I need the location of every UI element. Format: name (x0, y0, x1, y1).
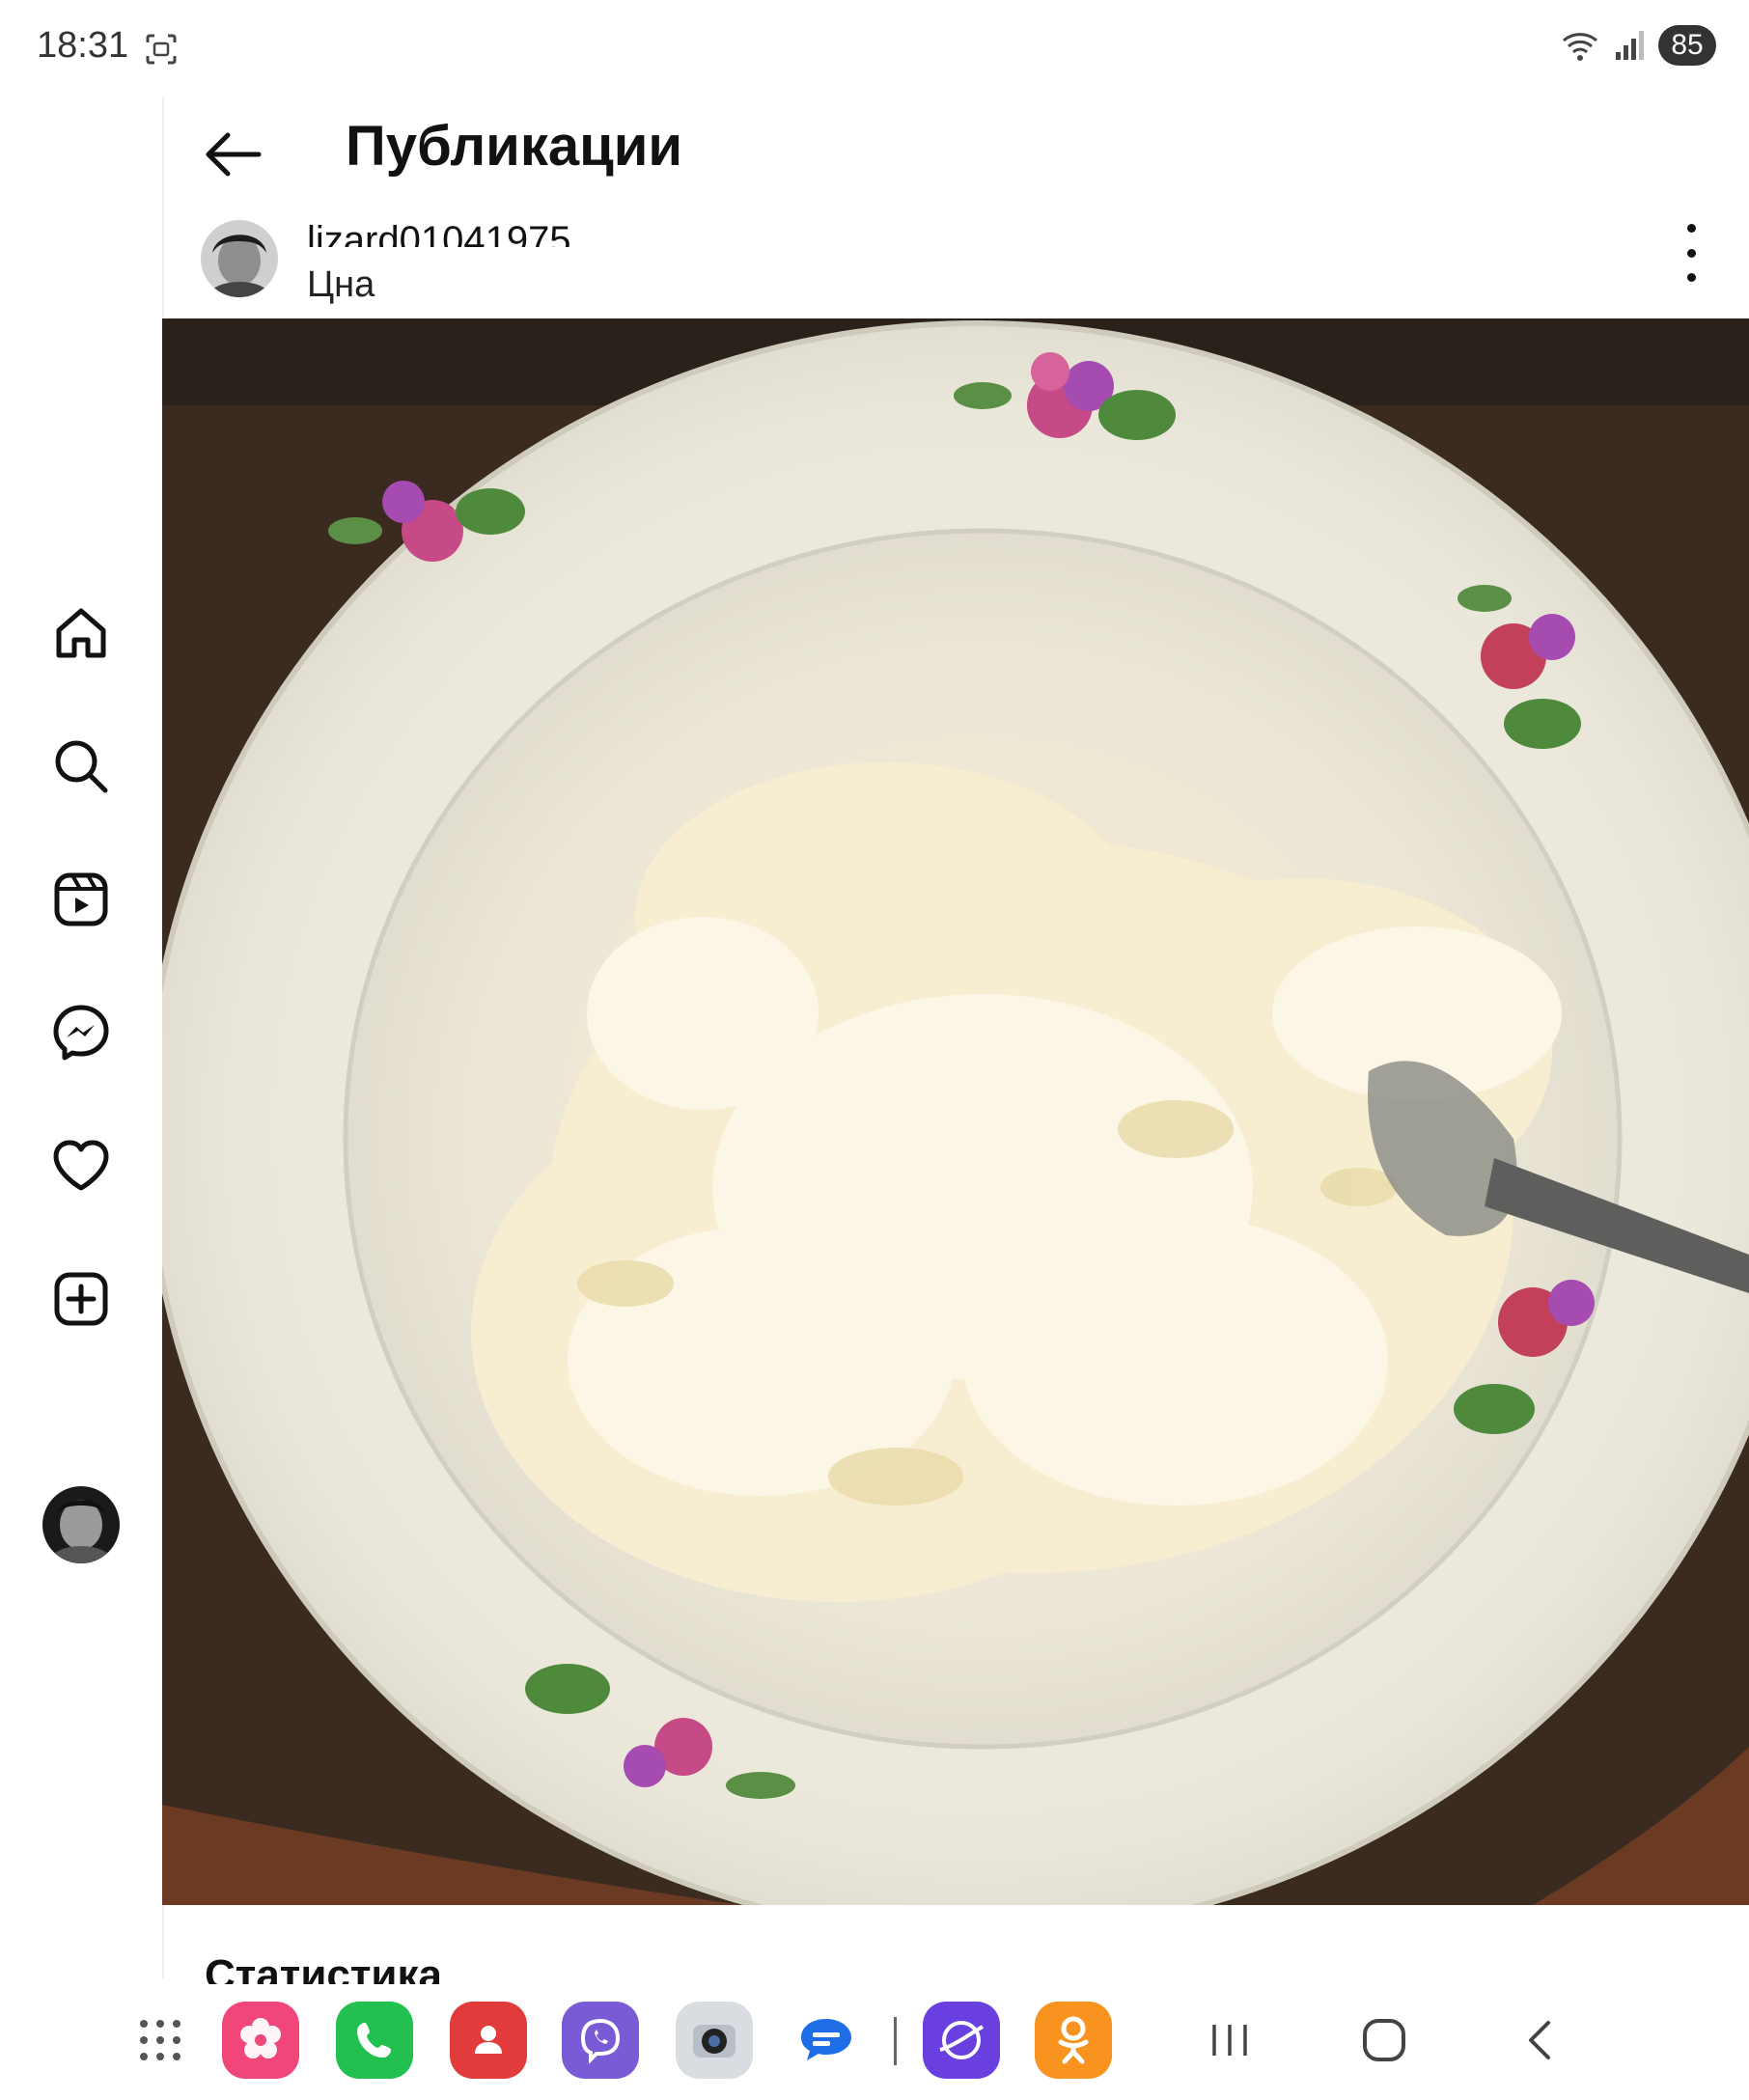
create-icon[interactable] (48, 1266, 114, 1332)
home-button[interactable] (1355, 2013, 1413, 2067)
contacts-app-icon[interactable] (450, 2002, 527, 2079)
odnoklassniki-app-icon[interactable] (1035, 2002, 1112, 2079)
more-options-icon (1686, 224, 1696, 233)
wifi-icon (1563, 33, 1597, 61)
post-username[interactable]: lizard01041975 (307, 201, 571, 247)
status-icons: 85 (1560, 25, 1716, 66)
phone-app-icon[interactable] (336, 2002, 413, 2079)
back-button[interactable] (199, 125, 266, 183)
post-photo[interactable] (162, 318, 1749, 1905)
system-back-button[interactable] (1512, 2013, 1569, 2067)
screenshot-icon (146, 34, 177, 65)
statistics-heading[interactable]: Статистика (205, 1951, 442, 1986)
messenger-icon[interactable] (48, 1000, 114, 1065)
heart-icon[interactable] (48, 1133, 114, 1199)
more-options-button[interactable] (1670, 224, 1712, 282)
post-author-avatar[interactable] (201, 220, 278, 297)
dock-separator (894, 2017, 897, 2065)
profile-avatar[interactable] (42, 1486, 120, 1563)
messages-app-icon[interactable] (788, 2002, 865, 2079)
post-location[interactable]: Цна (307, 264, 375, 306)
search-icon[interactable] (48, 733, 114, 799)
signal-icon (1616, 31, 1644, 60)
app-grid-icon[interactable] (122, 2002, 199, 2079)
browser-app-icon[interactable] (923, 2002, 1000, 2079)
gallery-app-icon[interactable] (222, 2002, 299, 2079)
page-title: Публикации (346, 115, 683, 178)
status-time: 18:31 (37, 25, 129, 66)
reels-icon[interactable] (48, 867, 114, 932)
nav-rail (0, 97, 164, 1978)
battery-indicator: 85 (1658, 25, 1716, 66)
camera-app-icon[interactable] (676, 2002, 753, 2079)
home-icon[interactable] (48, 600, 114, 666)
viber-app-icon[interactable] (562, 2002, 639, 2079)
recent-apps-button[interactable] (1201, 2013, 1259, 2067)
status-bar: 18:31 85 (0, 0, 1749, 97)
